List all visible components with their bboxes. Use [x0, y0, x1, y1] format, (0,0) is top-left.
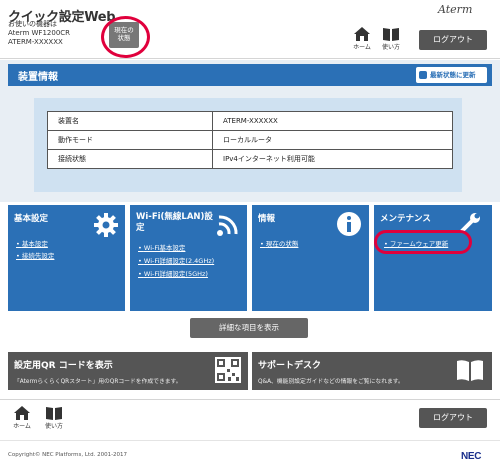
row-label: 接続状態 — [47, 149, 213, 169]
qr-code-tile[interactable]: 設定用QR コードを表示 「AtermらくらくQRスタート」用のQRコードを作成… — [8, 352, 248, 390]
highlight-circle-status — [101, 16, 150, 58]
table-row: 装置名 ATERM-XXXXXX — [47, 111, 453, 131]
show-details-button[interactable]: 詳細な項目を表示 — [190, 318, 308, 338]
home-nav-footer[interactable]: ホーム — [11, 406, 33, 430]
logout-button-bottom[interactable]: ログアウト — [419, 408, 487, 428]
usage-nav[interactable]: 使い方 — [380, 27, 402, 51]
device-info-table: 装置名 ATERM-XXXXXX 動作モード ローカルルータ 接続状態 IPv4… — [47, 111, 453, 169]
row-label: 装置名 — [47, 111, 213, 131]
home-label: ホーム — [13, 423, 31, 430]
gear-icon — [94, 213, 118, 237]
logout-button-top[interactable]: ログアウト — [419, 30, 487, 50]
qr-tile-title: 設定用QR コードを表示 — [14, 361, 113, 371]
tile-title: 情報 — [258, 214, 276, 224]
table-row: 接続状態 IPv4インターネット利用可能 — [47, 149, 453, 169]
qr-tile-desc: 「AtermらくらくQRスタート」用のQRコードを作成できます。 — [14, 379, 182, 385]
book-icon — [457, 360, 483, 381]
row-value: ATERM-XXXXXX — [212, 111, 453, 131]
home-nav[interactable]: ホーム — [351, 27, 373, 51]
support-desk-tile[interactable]: サポートデスク Q&A、機能別設定ガイドなどの情報をご覧になれます。 — [252, 352, 492, 390]
tile-information: 情報 現在の状態 — [252, 205, 369, 311]
nec-logo: NEC — [461, 451, 482, 462]
highlight-circle-firmware — [374, 230, 472, 254]
device-line-3: ATERM-XXXXXX — [8, 38, 63, 46]
row-value: IPv4インターネット利用可能 — [212, 149, 453, 169]
panel-title: 装置情報 — [18, 72, 58, 83]
home-icon — [14, 406, 30, 420]
home-label: ホーム — [353, 44, 371, 51]
link-current-status[interactable]: 現在の状態 — [260, 238, 299, 248]
tile-title: メンテナンス — [380, 214, 431, 224]
refresh-button[interactable]: 最新状態に更新 — [416, 67, 487, 83]
home-icon — [354, 27, 370, 41]
row-label: 動作モード — [47, 130, 213, 150]
support-tile-desc: Q&A、機能別設定ガイドなどの情報をご覧になれます。 — [258, 379, 404, 385]
row-value: ローカルルータ — [212, 130, 453, 150]
usage-label: 使い方 — [44, 423, 63, 430]
footer-divider — [0, 399, 500, 400]
link-basic-settings[interactable]: 基本設定 — [16, 238, 48, 248]
book-icon — [383, 28, 399, 41]
link-wifi-detail-5[interactable]: Wi-Fi詳細設定(5GHz) — [138, 268, 208, 278]
link-connection-settings[interactable]: 接続先設定 — [16, 250, 55, 260]
usage-nav-footer[interactable]: 使い方 — [43, 406, 65, 430]
usage-label: 使い方 — [381, 44, 400, 51]
tile-title: Wi-Fi(無線LAN)設定 — [136, 212, 213, 233]
info-icon — [337, 212, 361, 236]
footer-rule — [0, 440, 500, 441]
tile-basic-settings: 基本設定 基本設定 接続先設定 — [8, 205, 125, 311]
tile-title: 基本設定 — [14, 214, 49, 224]
copyright-text: Copyright© NEC Platforms, Ltd. 2001-2017 — [8, 452, 128, 458]
wifi-icon — [217, 215, 238, 236]
book-icon — [46, 407, 62, 420]
device-line-2: Aterm WF1200CR — [8, 29, 71, 37]
header-divider — [0, 58, 500, 59]
device-line-1: お使いの機器は — [8, 20, 57, 28]
support-tile-title: サポートデスク — [258, 361, 322, 371]
aterm-logo: Aterm — [438, 3, 473, 16]
tile-wifi-settings: Wi-Fi(無線LAN)設定 Wi-Fi基本設定 Wi-Fi詳細設定(2.4GH… — [130, 205, 247, 311]
tile-maintenance: メンテナンス ファームウェア更新 — [374, 205, 492, 311]
link-wifi-detail-24[interactable]: Wi-Fi詳細設定(2.4GHz) — [138, 255, 214, 265]
link-wifi-basic[interactable]: Wi-Fi基本設定 — [138, 242, 186, 252]
qr-code-icon — [215, 357, 241, 383]
table-row: 動作モード ローカルルータ — [47, 130, 453, 150]
